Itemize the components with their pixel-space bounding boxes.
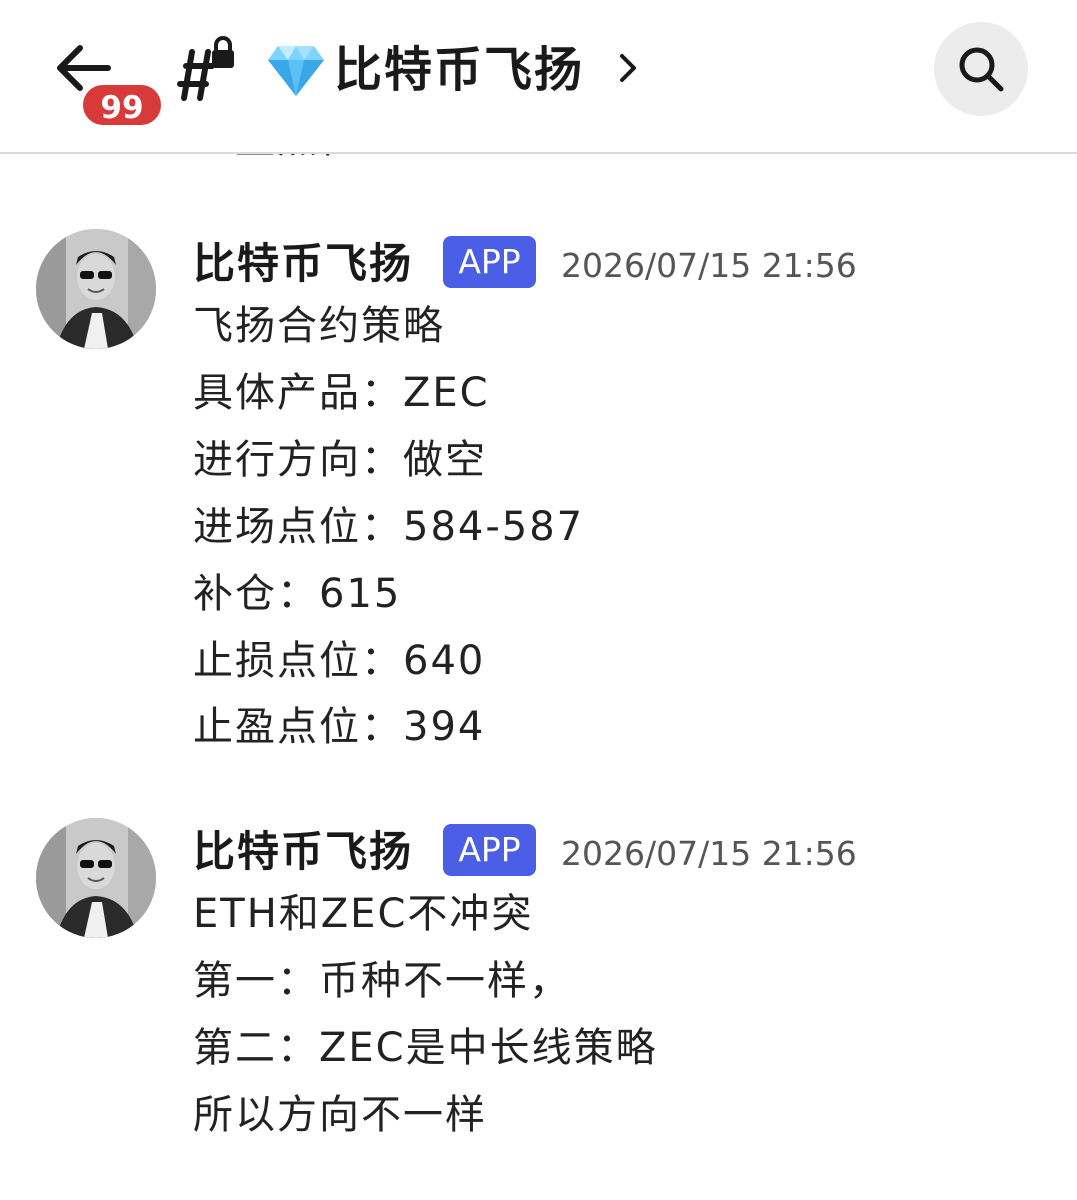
hash-lock-icon [172, 36, 238, 102]
message-text-line: 补仓：615 [193, 571, 402, 617]
unread-count-badge: 99 [80, 82, 164, 128]
message-text-line: 进行方向：做空 [193, 437, 487, 483]
sender-name[interactable]: 比特币飞扬 [193, 824, 413, 880]
message-text-line: 飞扬合约策略 [193, 303, 445, 349]
app-badge: APP [443, 236, 536, 288]
sender-name[interactable]: 比特币飞扬 [193, 236, 413, 292]
message-timestamp[interactable]: 2026/07/15 21:56 [561, 826, 857, 882]
message-text-line: ETH和ZEC不冲突 [193, 891, 534, 937]
channel-header: 99 比特币飞扬 [0, 0, 1077, 154]
message-text-line: 所以方向不一样 [193, 1092, 487, 1138]
chevron-right-icon[interactable] [616, 50, 640, 86]
avatar[interactable] [36, 818, 156, 938]
search-icon [959, 47, 1004, 92]
app-badge: APP [443, 824, 536, 876]
message-text-line: 具体产品：ZEC [193, 370, 490, 416]
channel-title[interactable]: 比特币飞扬 [334, 38, 584, 102]
message-text-line: 第一：币种不一样， [193, 958, 571, 1004]
search-button[interactable] [934, 22, 1028, 116]
message-text-line: 第二：ZEC是中长线策略 [193, 1025, 658, 1071]
message-text-line: 进场点位：584-587 [193, 504, 585, 550]
avatar[interactable] [36, 229, 156, 349]
gem-icon [266, 42, 326, 98]
message-text-line: 止损点位：640 [193, 638, 486, 684]
message-timestamp[interactable]: 2026/07/15 21:56 [561, 238, 857, 294]
message-text-line: 止盈点位：394 [193, 704, 486, 750]
